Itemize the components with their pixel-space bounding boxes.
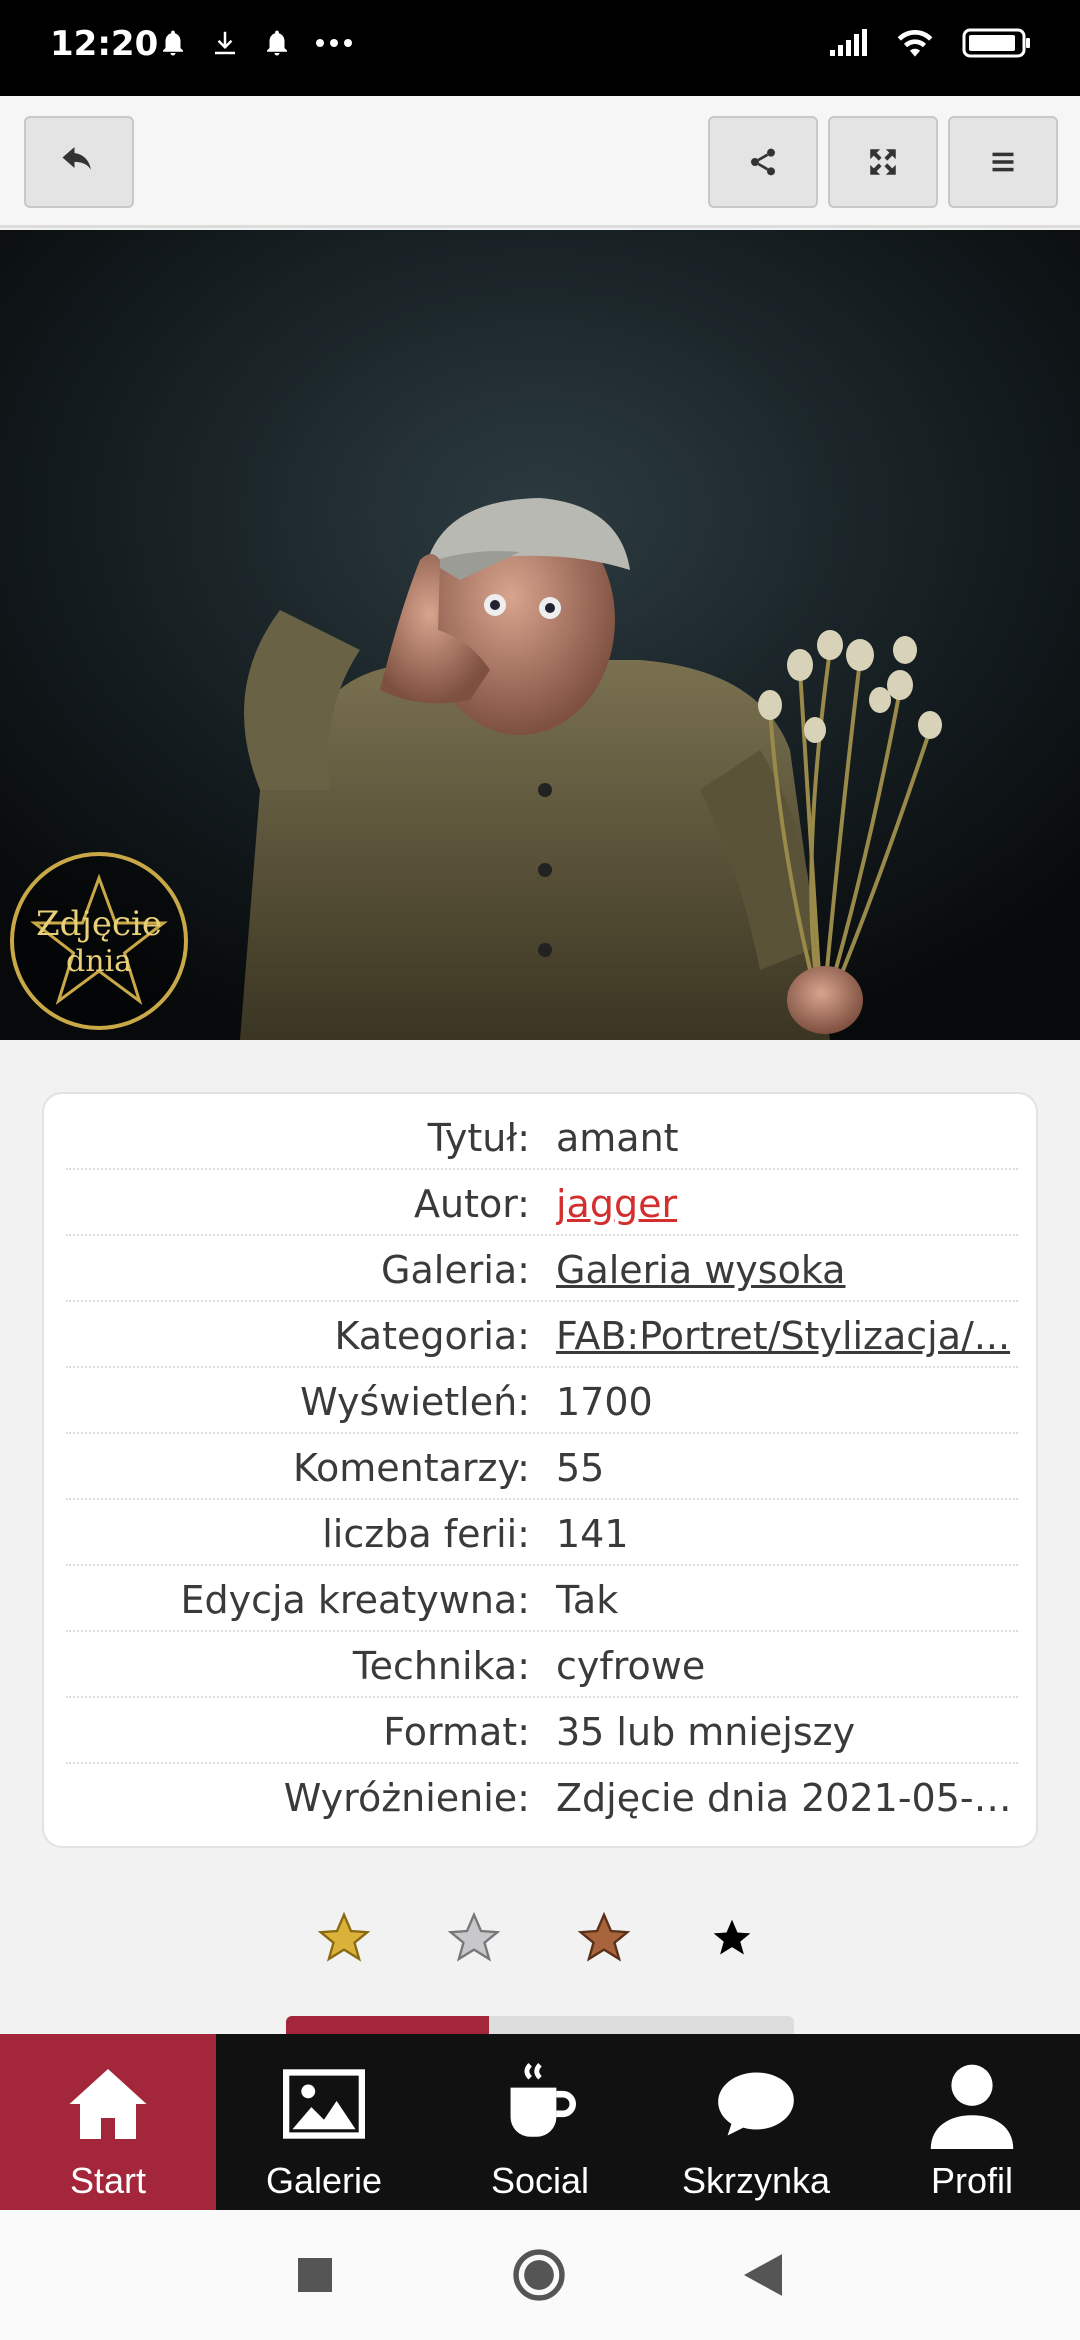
status-time: 12:20 — [50, 24, 159, 64]
progress-bar — [286, 2016, 794, 2036]
reply-arrow-icon — [62, 147, 91, 170]
notification-icons — [158, 28, 354, 58]
recent-apps-button[interactable] — [280, 2240, 350, 2310]
wifi-icon — [897, 30, 933, 57]
badge-text-line1: Zdjęcie — [35, 903, 163, 944]
gold-star-icon[interactable] — [316, 1910, 372, 1966]
bell-icon — [267, 30, 287, 56]
circle-icon — [513, 2249, 565, 2301]
square-icon — [298, 2258, 332, 2292]
info-row-distinction: Wyróżnienie: Zdjęcie dnia 2021-05-29 — [66, 1764, 1018, 1830]
nav-label: Galerie — [265, 2160, 383, 2201]
bronze-star-icon[interactable] — [576, 1910, 632, 1966]
info-value: Zdjęcie dnia 2021-05-29 — [556, 1776, 1018, 1820]
expand-icon — [870, 149, 896, 175]
silver-star-icon[interactable] — [446, 1910, 502, 1966]
nav-profile[interactable]: Profil — [864, 2034, 1080, 2210]
badge-text-line2: dnia — [65, 943, 132, 979]
info-label: Kategoria: — [334, 1314, 530, 1358]
menu-icon — [992, 152, 1014, 172]
info-row-category: Kategoria: FAB:Portret/Stylizacja/... — [66, 1302, 1018, 1368]
system-nav-bar — [0, 2210, 1080, 2340]
nav-social[interactable]: Social — [432, 2034, 648, 2210]
info-label: Wyróżnienie: — [283, 1776, 530, 1820]
triangle-back-icon — [744, 2254, 782, 2296]
coffee-cup-icon — [510, 2062, 576, 2137]
info-label: Komentarzy: — [292, 1446, 530, 1490]
share-button[interactable] — [708, 116, 818, 208]
back-nav-button[interactable] — [728, 2240, 798, 2310]
info-value: Tak — [556, 1578, 619, 1622]
bell-icon — [163, 30, 183, 56]
battery-icon — [962, 28, 1030, 58]
info-value: amant — [556, 1116, 679, 1160]
nav-start[interactable]: Start — [0, 2034, 216, 2210]
info-card: Tytuł: amant Autor: jagger Galeria: Gale… — [42, 1092, 1038, 1848]
info-label: Tytuł: — [427, 1116, 530, 1160]
info-row-format: Format: 35 lub mniejszy — [66, 1698, 1018, 1764]
black-star-icon[interactable] — [710, 1916, 754, 1960]
status-bar: 12:20 — [0, 0, 1080, 96]
info-row-views: Wyświetleń: 1700 — [66, 1368, 1018, 1434]
info-row-comments: Komentarzy: 55 — [66, 1434, 1018, 1500]
award-stars — [0, 1910, 1080, 1970]
info-label: Wyświetleń: — [300, 1380, 530, 1424]
info-label: Autor: — [414, 1182, 530, 1226]
bottom-nav: Start Galerie Social Skrzynka Profil — [0, 2034, 1080, 2210]
info-value: 35 lub mniejszy — [556, 1710, 856, 1754]
signal-icon — [830, 29, 867, 56]
share-icon — [751, 148, 775, 176]
more-dots-icon — [316, 39, 352, 47]
info-label: Edycja kreatywna: — [180, 1578, 530, 1622]
category-link[interactable]: FAB:Portret/Stylizacja/... — [556, 1314, 1018, 1358]
info-row-gallery: Galeria: Galeria wysoka — [66, 1236, 1018, 1302]
system-icons — [828, 26, 1032, 60]
photo-of-the-day-badge: Zdjęcie dnia — [10, 852, 188, 1030]
nav-inbox[interactable]: Skrzynka — [648, 2034, 864, 2210]
nav-label: Start — [69, 2160, 147, 2201]
info-label: Technika: — [352, 1644, 530, 1688]
toolbar — [0, 96, 1080, 228]
author-link[interactable]: jagger — [556, 1182, 1018, 1226]
info-value: 1700 — [556, 1380, 653, 1424]
nav-galleries[interactable]: Galerie — [216, 2034, 432, 2210]
photo[interactable]: Zdjęcie dnia — [0, 230, 1080, 1040]
nav-label: Skrzynka — [681, 2160, 831, 2201]
info-value: 55 — [556, 1446, 605, 1490]
gallery-link[interactable]: Galeria wysoka — [556, 1248, 1018, 1292]
info-label: Format: — [383, 1710, 530, 1754]
info-label: Galeria: — [381, 1248, 530, 1292]
download-icon — [215, 31, 235, 55]
home-icon — [69, 2069, 147, 2139]
info-row-title: Tytuł: amant — [66, 1104, 1018, 1170]
image-icon — [283, 2069, 365, 2139]
fullscreen-button[interactable] — [828, 116, 938, 208]
info-row-feries: liczba ferii: 141 — [66, 1500, 1018, 1566]
info-value: 141 — [556, 1512, 629, 1556]
info-row-author: Autor: jagger — [66, 1170, 1018, 1236]
chat-bubble-icon — [718, 2072, 794, 2136]
back-button[interactable] — [24, 116, 134, 208]
nav-label: Social — [490, 2160, 590, 2201]
home-button[interactable] — [504, 2240, 574, 2310]
info-row-creative-edit: Edycja kreatywna: Tak — [66, 1566, 1018, 1632]
progress-fill — [286, 2016, 490, 2036]
info-row-technique: Technika: cyfrowe — [66, 1632, 1018, 1698]
info-value: cyfrowe — [556, 1644, 706, 1688]
nav-label: Profil — [930, 2160, 1014, 2201]
person-icon — [930, 2064, 1014, 2149]
info-label: liczba ferii: — [322, 1512, 530, 1556]
menu-button[interactable] — [948, 116, 1058, 208]
